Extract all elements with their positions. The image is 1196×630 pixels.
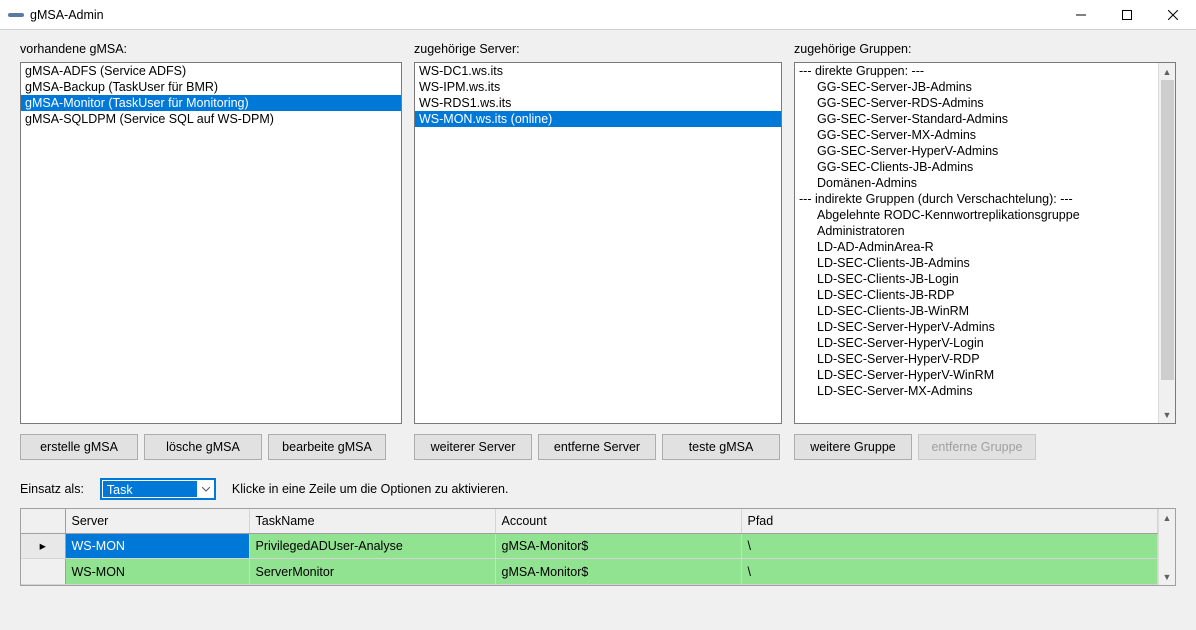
list-item[interactable]: gMSA-Monitor (TaskUser für Monitoring) [21,95,401,111]
list-item[interactable]: Abgelehnte RODC-Kennwortreplikationsgrup… [795,207,1158,223]
entferne-server-button[interactable]: entferne Server [538,434,656,460]
cell-account[interactable]: gMSA-Monitor$ [495,559,741,585]
window-controls [1058,0,1196,29]
col-taskname[interactable]: TaskName [249,509,495,533]
list-item[interactable]: LD-SEC-Clients-JB-WinRM [795,303,1158,319]
list-item[interactable]: LD-SEC-Clients-JB-Admins [795,255,1158,271]
list-item[interactable]: WS-IPM.ws.its [415,79,781,95]
list-item[interactable]: WS-MON.ws.its (online) [415,111,781,127]
server-list-label: zugehörige Server: [414,42,782,56]
table-row[interactable]: ▸WS-MONPrivilegedADUser-AnalysegMSA-Moni… [21,533,1158,559]
list-item[interactable]: gMSA-Backup (TaskUser für BMR) [21,79,401,95]
list-item[interactable]: LD-AD-AdminArea-R [795,239,1158,255]
scroll-thumb[interactable] [1161,80,1174,380]
gmsa-listbox[interactable]: gMSA-ADFS (Service ADFS)gMSA-Backup (Tas… [20,62,402,424]
list-item[interactable]: GG-SEC-Server-MX-Admins [795,127,1158,143]
col-account[interactable]: Account [495,509,741,533]
cell-account[interactable]: gMSA-Monitor$ [495,533,741,559]
cell-pfad[interactable]: \ [741,533,1158,559]
einsatz-als-label: Einsatz als: [20,482,84,496]
cell-server[interactable]: WS-MON [65,533,249,559]
loesche-gmsa-button[interactable]: lösche gMSA [144,434,262,460]
grid-header-row: Server TaskName Account Pfad [21,509,1158,533]
scroll-up-icon[interactable]: ▲ [1159,63,1175,80]
hint-text: Klicke in eine Zeile um die Optionen zu … [232,482,509,496]
einsatz-als-combo[interactable]: Task [100,478,216,500]
row-header[interactable] [21,559,65,585]
cell-pfad[interactable]: \ [741,559,1158,585]
list-item[interactable]: Administratoren [795,223,1158,239]
list-item[interactable]: LD-SEC-Server-HyperV-WinRM [795,367,1158,383]
titlebar: gMSA-Admin [0,0,1196,30]
list-item[interactable]: LD-SEC-Server-HyperV-RDP [795,351,1158,367]
list-item[interactable]: GG-SEC-Server-JB-Admins [795,79,1158,95]
cell-taskname[interactable]: ServerMonitor [249,559,495,585]
list-item[interactable]: WS-RDS1.ws.its [415,95,781,111]
chevron-down-icon[interactable] [198,480,214,498]
row-header[interactable]: ▸ [21,533,65,559]
weitere-gruppe-button[interactable]: weitere Gruppe [794,434,912,460]
window-title: gMSA-Admin [30,8,1058,22]
list-item[interactable]: LD-SEC-Server-MX-Admins [795,383,1158,399]
table-row[interactable]: WS-MONServerMonitorgMSA-Monitor$\ [21,559,1158,585]
teste-gmsa-button[interactable]: teste gMSA [662,434,780,460]
group-list-label: zugehörige Gruppen: [794,42,1176,56]
list-item[interactable]: GG-SEC-Server-RDS-Admins [795,95,1158,111]
list-item[interactable]: gMSA-ADFS (Service ADFS) [21,63,401,79]
close-button[interactable] [1150,0,1196,29]
list-item[interactable]: gMSA-SQLDPM (Service SQL auf WS-DPM) [21,111,401,127]
gmsa-list-label: vorhandene gMSA: [20,42,402,56]
grid-scrollbar[interactable]: ▲ ▼ [1158,509,1175,585]
scroll-down-icon[interactable]: ▼ [1159,568,1175,585]
bearbeite-gmsa-button[interactable]: bearbeite gMSA [268,434,386,460]
task-grid[interactable]: Server TaskName Account Pfad ▸WS-MONPriv… [20,508,1176,586]
scroll-up-icon[interactable]: ▲ [1159,509,1175,526]
group-scrollbar[interactable]: ▲ ▼ [1158,63,1175,423]
list-item[interactable]: LD-SEC-Server-HyperV-Admins [795,319,1158,335]
weiterer-server-button[interactable]: weiterer Server [414,434,532,460]
list-item[interactable]: GG-SEC-Clients-JB-Admins [795,159,1158,175]
erstelle-gmsa-button[interactable]: erstelle gMSA [20,434,138,460]
server-listbox[interactable]: WS-DC1.ws.itsWS-IPM.ws.itsWS-RDS1.ws.its… [414,62,782,424]
cell-taskname[interactable]: PrivilegedADUser-Analyse [249,533,495,559]
list-item[interactable]: Domänen-Admins [795,175,1158,191]
col-pfad[interactable]: Pfad [741,509,1158,533]
list-item[interactable]: GG-SEC-Server-Standard-Admins [795,111,1158,127]
grid-corner [21,509,65,533]
list-item[interactable]: LD-SEC-Clients-JB-Login [795,271,1158,287]
scroll-down-icon[interactable]: ▼ [1159,406,1175,423]
list-item[interactable]: --- indirekte Gruppen (durch Verschachte… [795,191,1158,207]
list-item[interactable]: --- direkte Gruppen: --- [795,63,1158,79]
cell-server[interactable]: WS-MON [65,559,249,585]
list-item[interactable]: LD-SEC-Server-HyperV-Login [795,335,1158,351]
col-server[interactable]: Server [65,509,249,533]
app-icon [8,7,24,23]
minimize-button[interactable] [1058,0,1104,29]
list-item[interactable]: LD-SEC-Clients-JB-RDP [795,287,1158,303]
combo-value: Task [103,481,197,497]
list-item[interactable]: WS-DC1.ws.its [415,63,781,79]
entferne-gruppe-button: entferne Gruppe [918,434,1036,460]
list-item[interactable]: GG-SEC-Server-HyperV-Admins [795,143,1158,159]
maximize-button[interactable] [1104,0,1150,29]
group-listbox[interactable]: --- direkte Gruppen: ---GG-SEC-Server-JB… [794,62,1176,424]
